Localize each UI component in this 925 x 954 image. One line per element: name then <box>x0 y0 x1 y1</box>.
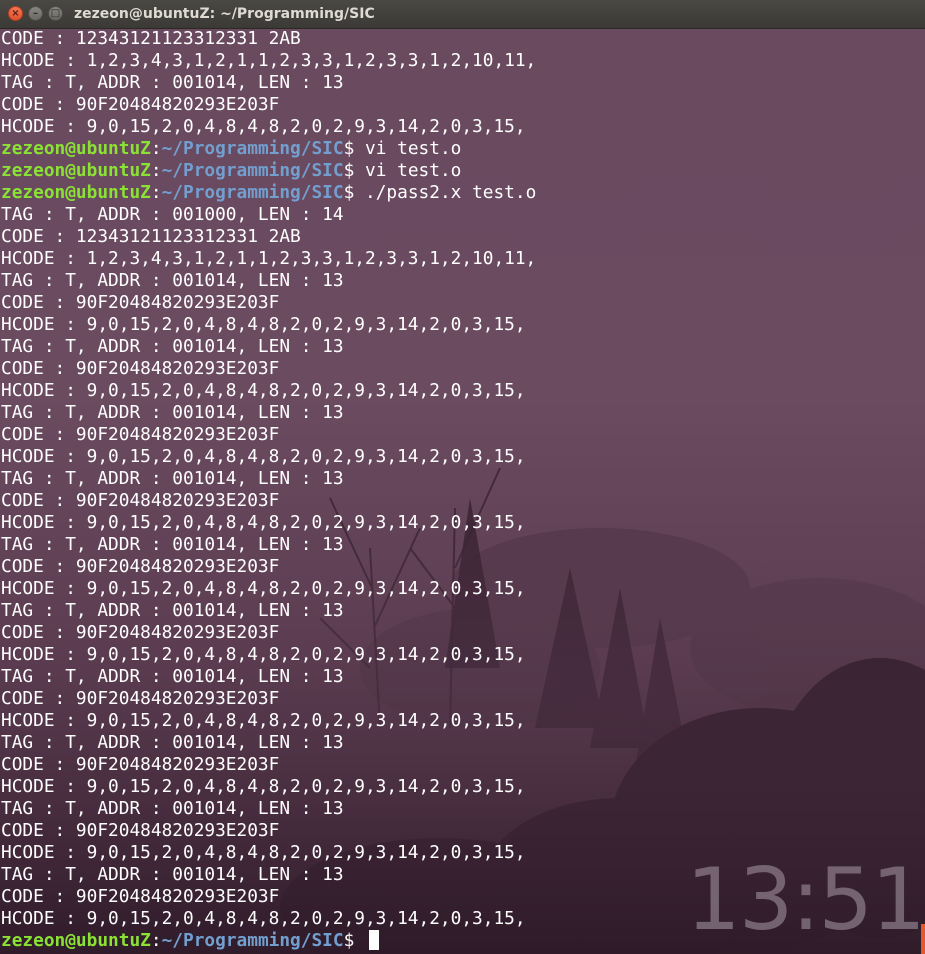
output-line: CODE : 90F20484820293E203F <box>1 886 280 907</box>
output-line: TAG : T, ADDR : 001014, LEN : 13 <box>1 732 344 753</box>
prompt-separator: : <box>150 138 162 159</box>
output-line: HCODE : 9,0,15,2,0,4,8,4,8,2,0,2,9,3,14,… <box>1 578 526 599</box>
prompt-line: zezeon@ubuntuZ:~/Programming/SIC$ <box>1 930 921 952</box>
command-text: vi test.o <box>354 138 462 159</box>
output-line: CODE : 90F20484820293E203F <box>1 358 280 379</box>
command-text: ./pass2.x test.o <box>354 182 537 203</box>
output-line: TAG : T, ADDR : 001014, LEN : 13 <box>1 402 344 423</box>
output-line: CODE : 90F20484820293E203F <box>1 820 280 841</box>
prompt-symbol: $ <box>343 930 355 951</box>
prompt-user: zezeon@ubuntuZ <box>1 138 151 159</box>
output-line: HCODE : 9,0,15,2,0,4,8,4,8,2,0,2,9,3,14,… <box>1 710 526 731</box>
window-titlebar[interactable]: × – □ zezeon@ubuntuZ: ~/Programming/SIC <box>0 0 925 29</box>
prompt-path: ~/Programming/SIC <box>161 138 344 159</box>
output-line: CODE : 12343121123312331 2AB <box>1 28 301 49</box>
prompt-line: zezeon@ubuntuZ:~/Programming/SIC$ vi tes… <box>1 138 921 160</box>
prompt-user: zezeon@ubuntuZ <box>1 160 151 181</box>
output-line: TAG : T, ADDR : 001014, LEN : 13 <box>1 336 344 357</box>
window-title: zezeon@ubuntuZ: ~/Programming/SIC <box>74 6 375 22</box>
output-line: HCODE : 1,2,3,4,3,1,2,1,1,2,3,3,1,2,3,3,… <box>1 248 537 269</box>
output-line: CODE : 12343121123312331 2AB <box>1 226 301 247</box>
prompt-separator: : <box>150 930 162 951</box>
output-line: CODE : 90F20484820293E203F <box>1 688 280 709</box>
output-line: CODE : 90F20484820293E203F <box>1 622 280 643</box>
prompt-symbol: $ <box>343 182 355 203</box>
prompt-user: zezeon@ubuntuZ <box>1 182 151 203</box>
command-text: vi test.o <box>354 160 462 181</box>
prompt-symbol: $ <box>343 138 355 159</box>
command-text <box>354 930 365 951</box>
output-line: CODE : 90F20484820293E203F <box>1 556 280 577</box>
prompt-line: zezeon@ubuntuZ:~/Programming/SIC$ ./pass… <box>1 182 921 204</box>
output-line: HCODE : 9,0,15,2,0,4,8,4,8,2,0,2,9,3,14,… <box>1 380 526 401</box>
minimize-button[interactable]: – <box>28 6 43 21</box>
terminal-cursor <box>369 930 380 950</box>
maximize-button[interactable]: □ <box>48 6 63 21</box>
prompt-path: ~/Programming/SIC <box>161 160 344 181</box>
output-line: HCODE : 1,2,3,4,3,1,2,1,1,2,3,3,1,2,3,3,… <box>1 50 537 71</box>
output-line: TAG : T, ADDR : 001014, LEN : 13 <box>1 270 344 291</box>
output-line: HCODE : 9,0,15,2,0,4,8,4,8,2,0,2,9,3,14,… <box>1 512 526 533</box>
prompt-user: zezeon@ubuntuZ <box>1 930 151 951</box>
output-line: TAG : T, ADDR : 001014, LEN : 13 <box>1 468 344 489</box>
output-line: CODE : 90F20484820293E203F <box>1 94 280 115</box>
output-line: HCODE : 9,0,15,2,0,4,8,4,8,2,0,2,9,3,14,… <box>1 116 526 137</box>
output-line: TAG : T, ADDR : 001014, LEN : 13 <box>1 600 344 621</box>
output-line: HCODE : 9,0,15,2,0,4,8,4,8,2,0,2,9,3,14,… <box>1 842 526 863</box>
prompt-separator: : <box>150 182 162 203</box>
output-line: TAG : T, ADDR : 001014, LEN : 13 <box>1 72 344 93</box>
prompt-symbol: $ <box>343 160 355 181</box>
prompt-line: zezeon@ubuntuZ:~/Programming/SIC$ vi tes… <box>1 160 921 182</box>
prompt-path: ~/Programming/SIC <box>161 930 344 951</box>
output-line: TAG : T, ADDR : 001014, LEN : 13 <box>1 798 344 819</box>
close-button[interactable]: × <box>8 6 23 21</box>
output-line: CODE : 90F20484820293E203F <box>1 424 280 445</box>
output-line: TAG : T, ADDR : 001014, LEN : 13 <box>1 864 344 885</box>
prompt-separator: : <box>150 160 162 181</box>
output-line: CODE : 90F20484820293E203F <box>1 490 280 511</box>
terminal-output[interactable]: CODE : 12343121123312331 2AB HCODE : 1,2,… <box>1 28 921 952</box>
output-line: HCODE : 9,0,15,2,0,4,8,4,8,2,0,2,9,3,14,… <box>1 776 526 797</box>
output-line: CODE : 90F20484820293E203F <box>1 292 280 313</box>
output-line: HCODE : 9,0,15,2,0,4,8,4,8,2,0,2,9,3,14,… <box>1 908 526 929</box>
output-line: CODE : 90F20484820293E203F <box>1 754 280 775</box>
output-line: TAG : T, ADDR : 001014, LEN : 13 <box>1 534 344 555</box>
prompt-path: ~/Programming/SIC <box>161 182 344 203</box>
output-line: TAG : T, ADDR : 001014, LEN : 13 <box>1 666 344 687</box>
output-line: TAG : T, ADDR : 001000, LEN : 14 <box>1 204 344 225</box>
output-line: HCODE : 9,0,15,2,0,4,8,4,8,2,0,2,9,3,14,… <box>1 644 526 665</box>
launcher-edge <box>921 924 925 954</box>
output-line: HCODE : 9,0,15,2,0,4,8,4,8,2,0,2,9,3,14,… <box>1 314 526 335</box>
output-line: HCODE : 9,0,15,2,0,4,8,4,8,2,0,2,9,3,14,… <box>1 446 526 467</box>
